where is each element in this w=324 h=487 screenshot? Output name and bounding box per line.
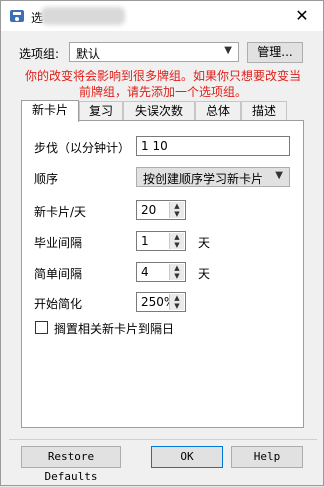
tab-new-cards[interactable]: 新卡片	[21, 100, 79, 122]
spin-buttons[interactable]: ▲ ▼	[169, 202, 184, 218]
spin-buttons[interactable]: ▲ ▼	[169, 294, 184, 310]
new-per-day-spinbox[interactable]: 20 ▲ ▼	[136, 200, 186, 220]
chevron-down-icon: ▼	[275, 170, 283, 181]
easy-interval-spinbox[interactable]: 4 ▲ ▼	[136, 262, 186, 282]
redacted-title-region	[41, 7, 125, 25]
spin-down-icon[interactable]: ▼	[170, 272, 184, 280]
spin-up-icon[interactable]: ▲	[170, 294, 184, 302]
spin-up-icon[interactable]: ▲	[170, 202, 184, 210]
new-per-day-label: 新卡片/天	[34, 205, 87, 219]
steps-label: 步伐（以分钟计）	[34, 141, 131, 155]
graduating-interval-value: 1	[141, 234, 149, 248]
graduating-interval-label: 毕业间隔	[34, 236, 83, 250]
warning-line-2: 前牌组，请先添加一个选项组。	[78, 85, 247, 99]
shared-options-warning: 你的改变将会影响到很多牌组。如果你只想要改变当 前牌组，请先添加一个选项组。	[9, 68, 317, 100]
bury-related-label: 搁置相关新卡片到隔日	[54, 322, 175, 336]
order-select[interactable]: 按创建顺序学习新卡片 ▼	[136, 167, 290, 187]
spin-down-icon[interactable]: ▼	[170, 241, 184, 249]
starting-ease-label: 开始简化	[34, 297, 83, 311]
tab-general[interactable]: 总体	[195, 101, 241, 121]
tab-reviews[interactable]: 复习	[79, 101, 123, 121]
spin-down-icon[interactable]: ▼	[170, 302, 184, 310]
starting-ease-spinbox[interactable]: 250% ▲ ▼	[136, 292, 186, 312]
deck-options-dialog: 选 ✕ 选项组: 默认 ▼ 管理... 你的改变将会影响到很多牌组。如果你只想要…	[0, 0, 324, 486]
graduating-interval-unit: 天	[198, 236, 211, 250]
spin-down-icon[interactable]: ▼	[170, 210, 184, 218]
steps-input[interactable]: 1 10	[136, 136, 290, 156]
order-value: 按创建顺序学习新卡片	[143, 172, 264, 186]
options-group-label: 选项组:	[19, 47, 60, 61]
steps-value: 1 10	[141, 139, 168, 153]
spin-up-icon[interactable]: ▲	[170, 233, 184, 241]
order-label: 顺序	[34, 172, 59, 186]
warning-line-1: 你的改变将会影响到很多牌组。如果你只想要改变当	[24, 69, 301, 83]
tab-description[interactable]: 描述	[241, 101, 287, 121]
manage-button[interactable]: 管理...	[247, 42, 303, 63]
spin-up-icon[interactable]: ▲	[170, 264, 184, 272]
options-group-select[interactable]: 默认 ▼	[69, 42, 239, 62]
spin-buttons[interactable]: ▲ ▼	[169, 264, 184, 280]
title-bar: 选 ✕	[1, 1, 323, 31]
bury-related-checkbox[interactable]	[35, 321, 48, 334]
restore-defaults-button[interactable]: Restore Defaults	[21, 446, 121, 483]
chevron-down-icon: ▼	[224, 45, 232, 56]
help-button[interactable]: Help	[231, 446, 303, 468]
tab-lapses[interactable]: 失误次数	[123, 101, 195, 121]
spin-buttons[interactable]: ▲ ▼	[169, 233, 184, 249]
divider	[9, 439, 317, 440]
app-icon	[10, 10, 24, 22]
graduating-interval-spinbox[interactable]: 1 ▲ ▼	[136, 231, 186, 251]
close-icon[interactable]: ✕	[287, 5, 317, 27]
new-per-day-value: 20	[141, 203, 157, 217]
easy-interval-label: 简单间隔	[34, 267, 83, 281]
easy-interval-unit: 天	[198, 267, 211, 281]
new-cards-panel: 步伐（以分钟计） 1 10 顺序 按创建顺序学习新卡片 ▼ 新卡片/天 20 ▲…	[21, 120, 304, 428]
options-group-value: 默认	[76, 47, 101, 61]
ok-button[interactable]: OK	[151, 446, 223, 468]
easy-interval-value: 4	[141, 265, 149, 279]
